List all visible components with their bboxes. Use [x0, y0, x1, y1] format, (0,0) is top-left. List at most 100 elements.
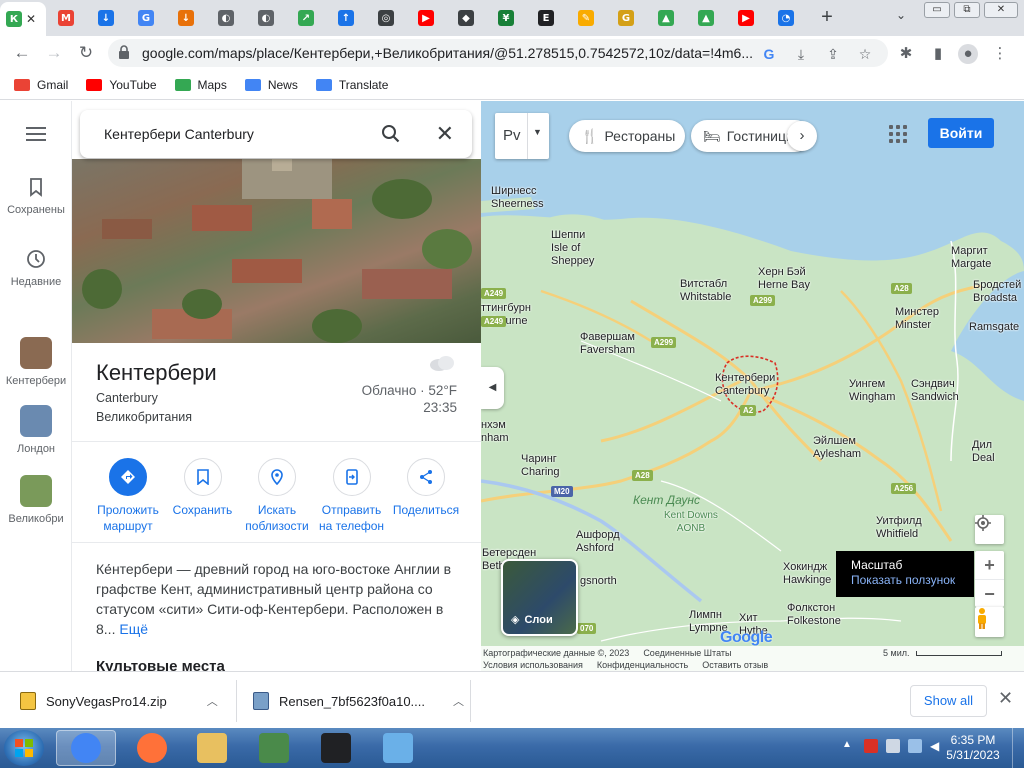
action-phone[interactable]: Отправить на телефон [316, 458, 388, 534]
map-label-charing[interactable]: Чаринг Charing [521, 453, 560, 479]
map-label-deal[interactable]: Дил Deal [972, 439, 995, 465]
taskbar-app[interactable] [56, 730, 116, 766]
bookmark-gmail[interactable]: Gmail [14, 78, 68, 92]
map-label-kingsnorth[interactable]: gsnorth [580, 575, 617, 588]
extensions-icon[interactable]: ✱ [896, 44, 916, 64]
rail-recent[interactable]: Недавние [0, 249, 72, 288]
share-page-icon[interactable]: ⇪ [824, 45, 842, 63]
map-label-kent-downs-en[interactable]: Kent Downs AONB [664, 509, 718, 535]
bookmark-news[interactable]: News [244, 78, 298, 92]
browser-tab[interactable]: ▲ [686, 4, 726, 32]
map-label-wingham[interactable]: Уингем Wingham [849, 378, 895, 404]
browser-tab[interactable]: ✎ [566, 4, 606, 32]
browser-tab[interactable]: ↗ [286, 4, 326, 32]
taskbar-clock[interactable]: 6:35 PM 5/31/2023 [940, 733, 1006, 763]
tab-search-chevron-icon[interactable]: ⌄ [896, 8, 906, 22]
zoom-out-button[interactable]: − [975, 579, 1004, 607]
browser-tab[interactable]: G [126, 4, 166, 32]
browser-tab[interactable]: ▶ [726, 4, 766, 32]
side-panel-icon[interactable]: ▮ [928, 44, 948, 64]
search-input[interactable]: Кентербери Canterbury [104, 126, 254, 142]
map-label-aylesham[interactable]: Эйлшем Aylesham [813, 435, 861, 461]
new-tab-button[interactable]: + [815, 6, 839, 30]
show-slider-link[interactable]: Показать ползунок [851, 573, 959, 588]
minimize-button[interactable]: ▭ [924, 2, 950, 18]
map-label-faversham[interactable]: Фавершам Faversham [580, 331, 635, 357]
map-label-sheerness[interactable]: Ширнесс Sheerness [491, 185, 544, 211]
privacy-link[interactable]: Конфиденциальность [597, 660, 688, 670]
start-button[interactable] [4, 730, 44, 766]
browser-tab[interactable]: ◆ [446, 4, 486, 32]
map-label-canterbury[interactable]: Кентербери Canterbury [715, 372, 775, 398]
map-label-minster[interactable]: Минстер Minster [895, 306, 939, 332]
street-view-pegman-icon[interactable] [975, 607, 1004, 637]
map-label-kent-downs[interactable]: Кент Даунс [633, 494, 700, 507]
browser-tab[interactable]: ◐ [246, 4, 286, 32]
map-type-dropdown[interactable]: Рv ▼ [495, 113, 549, 159]
address-bar[interactable]: google.com/maps/place/Кентербери,+Велико… [108, 39, 888, 67]
chevron-up-icon[interactable]: ︿ [207, 693, 218, 709]
browser-tab[interactable]: E [526, 4, 566, 32]
browser-tab[interactable]: ◎ [366, 4, 406, 32]
close-downloads-icon[interactable]: ✕ [998, 688, 1013, 709]
map-label-hawkinge[interactable]: Хокиндж Hawkinge [783, 561, 831, 587]
tab-close-icon[interactable]: ✕ [26, 12, 36, 26]
google-lens-icon[interactable]: G [760, 45, 778, 63]
hamburger-menu-icon[interactable] [26, 127, 46, 145]
rail-recent-place[interactable]: Лондон [0, 405, 72, 455]
browser-tab[interactable]: G [606, 4, 646, 32]
browser-tab[interactable]: К ✕ [0, 2, 46, 36]
sign-in-button[interactable]: Войти [928, 118, 994, 148]
action-directions[interactable]: Проложить маршрут [92, 458, 164, 534]
collapse-panel-button[interactable]: ◀ [481, 367, 504, 409]
install-app-icon[interactable]: ⤓ [792, 45, 810, 63]
browser-tab[interactable]: ¥ [486, 4, 526, 32]
browser-tab[interactable]: ↓ [86, 4, 126, 32]
tray-arrow-icon[interactable]: ▲ [842, 739, 856, 753]
rail-recent-place[interactable]: Кентербери [0, 337, 72, 387]
tray-network-icon[interactable] [886, 739, 900, 753]
close-window-button[interactable]: ✕ [984, 2, 1018, 18]
browser-tab[interactable]: ◔ [766, 4, 806, 32]
map-label-herne-bay[interactable]: Херн Бэй Herne Bay [758, 266, 810, 292]
download-item[interactable]: SonyVegasPro14.zip ︿ [20, 686, 218, 716]
map-label-margate[interactable]: Маргит Margate [951, 245, 991, 271]
taskbar-app[interactable] [244, 730, 304, 766]
profile-avatar-icon[interactable]: ● [958, 44, 978, 64]
search-icon[interactable] [380, 123, 402, 145]
google-apps-icon[interactable] [889, 125, 907, 143]
bookmark-youtube[interactable]: YouTube [86, 78, 157, 92]
reload-icon[interactable]: ↻ [76, 43, 96, 63]
map-label-sheppey[interactable]: Шеппи Isle of Sheppey [551, 229, 594, 268]
show-desktop-button[interactable] [1012, 728, 1024, 768]
browser-tab[interactable]: M [46, 4, 86, 32]
map-label-ramsgate[interactable]: Ramsgate [969, 321, 1019, 334]
maximize-button[interactable]: ⧉ [954, 2, 980, 18]
search-box[interactable]: Кентербери Canterbury ✕ [80, 110, 472, 158]
back-icon[interactable]: ← [12, 43, 32, 63]
taskbar-app[interactable] [306, 730, 366, 766]
taskbar-app[interactable] [122, 730, 182, 766]
forward-icon[interactable]: → [44, 43, 64, 63]
more-link[interactable]: Ещё [119, 621, 148, 637]
chip-restaurants[interactable]: 🍴 Рестораны [569, 120, 685, 152]
browser-tab[interactable]: ◐ [206, 4, 246, 32]
browser-tab[interactable]: ↓ [166, 4, 206, 32]
show-all-button[interactable]: Show all [910, 685, 987, 717]
download-item[interactable]: Rensen_7bf5623f0a10.... ︿ [253, 686, 464, 716]
menu-kebab-icon[interactable]: ⋮ [990, 44, 1010, 64]
map-label-sandwich[interactable]: Сэндвич Sandwich [911, 378, 959, 404]
place-photo[interactable] [72, 159, 481, 343]
scale-label[interactable]: 5 мил. [883, 648, 909, 658]
action-bookmark[interactable]: Сохранить [167, 458, 239, 534]
chevron-up-icon[interactable]: ︿ [453, 693, 464, 709]
rail-saved[interactable]: Сохранены [0, 177, 72, 216]
map-label-whitfield[interactable]: Уитфилд Whitfield [876, 515, 922, 541]
browser-tab[interactable]: ▶ [406, 4, 446, 32]
terms-link[interactable]: Условия использования [483, 660, 583, 670]
feedback-link[interactable]: Оставить отзыв [702, 660, 768, 670]
tray-power-icon[interactable] [908, 739, 922, 753]
zoom-in-button[interactable]: + [975, 551, 1004, 579]
my-location-button[interactable] [975, 515, 1004, 544]
map-label-folkestone[interactable]: Фолкстон Folkestone [787, 602, 841, 628]
